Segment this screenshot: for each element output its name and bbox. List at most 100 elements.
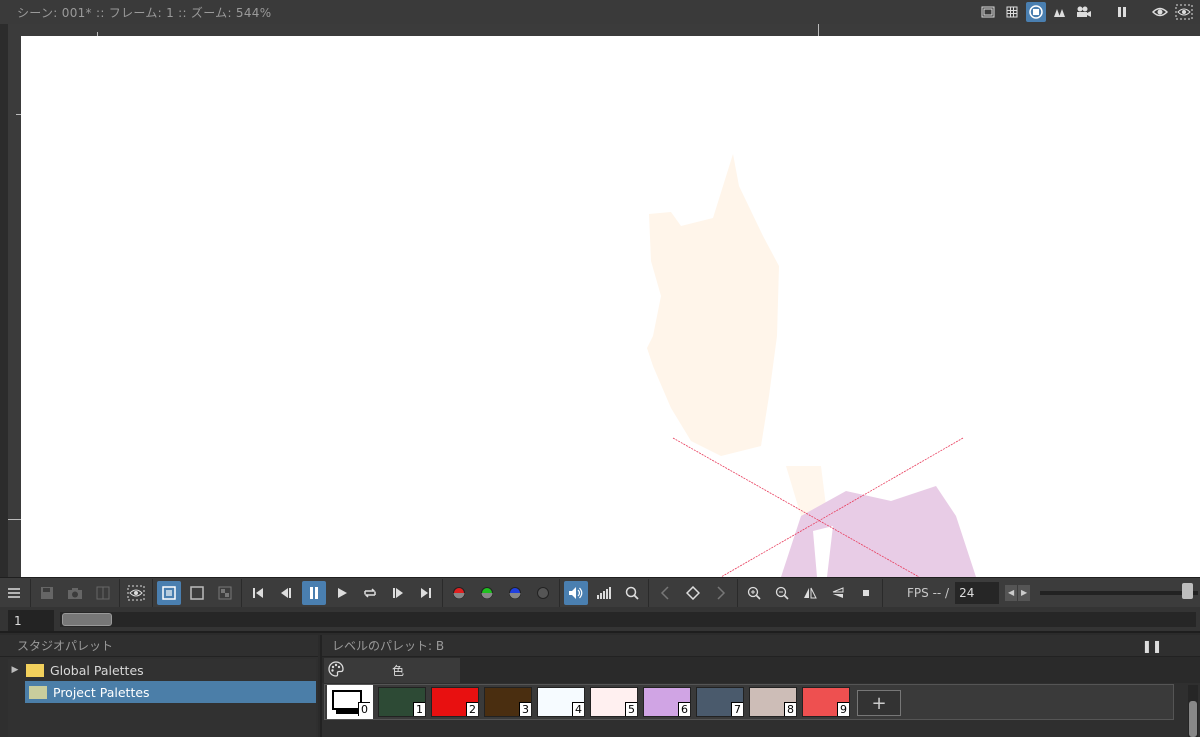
bg-checker-white-icon[interactable]: [157, 580, 181, 605]
level-palette-title: レベルのパレット: B ❚❚: [322, 635, 1200, 657]
fps-increment-button[interactable]: ▶: [1018, 584, 1031, 601]
zoom-in-icon[interactable]: [742, 581, 766, 605]
3d-icon[interactable]: [1050, 2, 1070, 22]
save-icon[interactable]: [35, 581, 59, 605]
frame-slider-row: [0, 607, 1200, 633]
movie-camera-icon[interactable]: [1074, 2, 1094, 22]
palette-tree: ▶ Global Palettes Project Palettes: [8, 659, 316, 737]
bg-black-icon[interactable]: [185, 581, 209, 605]
palette-icon: [328, 660, 344, 681]
color-chip-4[interactable]: 4: [537, 687, 585, 717]
frame-slider-track[interactable]: [60, 612, 1196, 627]
freeze-pause-icon[interactable]: ❚❚: [1142, 635, 1162, 657]
palette-scrollbar-thumb[interactable]: [1189, 701, 1197, 737]
color-chip-strip: 0 1 2 3 4 5 6 7 8 9: [324, 684, 1174, 720]
chip-index: 1: [413, 702, 425, 716]
sound-icon[interactable]: [564, 580, 588, 605]
fps-slider-track[interactable]: [1040, 591, 1198, 595]
level-palette-panel: レベルのパレット: B ❚❚ 色 0 1 2 3 4 5 6 7 8 9 +: [320, 635, 1200, 737]
chip-index: 7: [731, 702, 743, 716]
studio-palette-panel: スタジオパレット ▶ Global Palettes Project Palet…: [0, 635, 318, 737]
fps-label: FPS -- /: [907, 585, 950, 600]
chip-index: 0: [358, 702, 370, 716]
flip-horizontal-icon[interactable]: [798, 581, 822, 605]
tree-item-global-palettes[interactable]: ▶ Global Palettes: [8, 659, 316, 681]
chip-index: 4: [572, 702, 584, 716]
color-chip-9[interactable]: 9: [802, 687, 850, 717]
prev-key-icon[interactable]: [653, 581, 677, 605]
color-chip-6[interactable]: 6: [643, 687, 691, 717]
frame-icon[interactable]: [978, 2, 998, 22]
color-chip-7[interactable]: 7: [696, 687, 744, 717]
chip-index: 8: [784, 702, 796, 716]
keyframe-diamond-icon[interactable]: [681, 581, 705, 605]
chip-index: 3: [519, 702, 531, 716]
canvas-artwork: [647, 154, 976, 577]
tree-item-label: Project Palettes: [53, 684, 150, 700]
color-chip-2[interactable]: 2: [431, 687, 479, 717]
color-chip-1[interactable]: 1: [378, 687, 426, 717]
folder-icon: [26, 663, 44, 677]
ruler-left[interactable]: [8, 36, 21, 577]
pause-playback-icon[interactable]: [302, 580, 326, 605]
play-icon[interactable]: [330, 581, 354, 605]
chip-index: 2: [466, 702, 478, 716]
folder-open-icon: [29, 685, 47, 699]
eye-dashed-icon[interactable]: [1174, 2, 1194, 22]
tab-colors[interactable]: 色: [324, 658, 460, 683]
add-color-button[interactable]: +: [857, 690, 901, 716]
menu-icon[interactable]: [2, 581, 26, 605]
frame-number-field[interactable]: [8, 610, 54, 631]
bg-checker-icon[interactable]: [213, 581, 237, 605]
face-shape: [647, 154, 779, 456]
playback-toolbar: FPS -- / ◀ ▶: [0, 577, 1200, 607]
drawing-canvas[interactable]: [21, 36, 1200, 577]
next-key-icon[interactable]: [709, 581, 733, 605]
palette-tabs: 色: [322, 657, 1200, 683]
locator-search-icon[interactable]: [620, 581, 644, 605]
viewer-area[interactable]: [0, 24, 1200, 577]
green-channel-icon[interactable]: [475, 581, 499, 605]
chip-index: 5: [625, 702, 637, 716]
alpha-channel-icon[interactable]: [531, 581, 555, 605]
eye-icon[interactable]: [1150, 2, 1170, 22]
viewer-title: シーン: 001* :: フレーム: 1 :: ズーム: 544%: [17, 5, 272, 20]
preview-toggle-icon[interactable]: [124, 581, 148, 605]
viewer-header: シーン: 001* :: フレーム: 1 :: ズーム: 544%: [0, 0, 1200, 24]
last-frame-icon[interactable]: [414, 581, 438, 605]
chip-index: 9: [837, 702, 849, 716]
next-frame-icon[interactable]: [386, 581, 410, 605]
chip-index: 6: [678, 702, 690, 716]
pause-icon[interactable]: [1112, 2, 1132, 22]
color-chip-8[interactable]: 8: [749, 687, 797, 717]
fps-input[interactable]: [955, 581, 1000, 604]
red-channel-icon[interactable]: [447, 581, 471, 605]
color-chip-3[interactable]: 3: [484, 687, 532, 717]
frame-slider-thumb[interactable]: [62, 613, 112, 626]
first-frame-icon[interactable]: [246, 581, 270, 605]
snapshot-camera-icon[interactable]: [63, 581, 87, 605]
tree-item-label: Global Palettes: [50, 662, 144, 678]
viewer-header-icons: [978, 2, 1194, 22]
compare-icon[interactable]: [91, 581, 115, 605]
tree-item-project-palettes[interactable]: Project Palettes: [25, 681, 316, 703]
camera-stand-icon[interactable]: [1026, 2, 1046, 22]
studio-palette-title: スタジオパレット: [0, 635, 318, 657]
level-palette-title-text: レベルのパレット: B: [332, 639, 445, 653]
ruler-top[interactable]: [8, 24, 1200, 36]
loop-icon[interactable]: [358, 581, 382, 605]
tab-colors-label: 色: [392, 664, 405, 678]
prev-frame-icon[interactable]: [274, 581, 298, 605]
grid-icon[interactable]: [1002, 2, 1022, 22]
viewer-left-edge: [0, 24, 8, 577]
flip-vertical-icon[interactable]: [826, 581, 850, 605]
expand-arrow-icon[interactable]: ▶: [8, 665, 22, 675]
histogram-icon[interactable]: [592, 581, 616, 605]
color-chip-5[interactable]: 5: [590, 687, 638, 717]
blue-channel-icon[interactable]: [503, 581, 527, 605]
color-chip-0[interactable]: 0: [327, 685, 373, 719]
zoom-out-icon[interactable]: [770, 581, 794, 605]
fps-decrement-button[interactable]: ◀: [1005, 584, 1018, 601]
stop-icon[interactable]: [854, 581, 878, 605]
fps-slider-thumb[interactable]: [1182, 583, 1194, 599]
